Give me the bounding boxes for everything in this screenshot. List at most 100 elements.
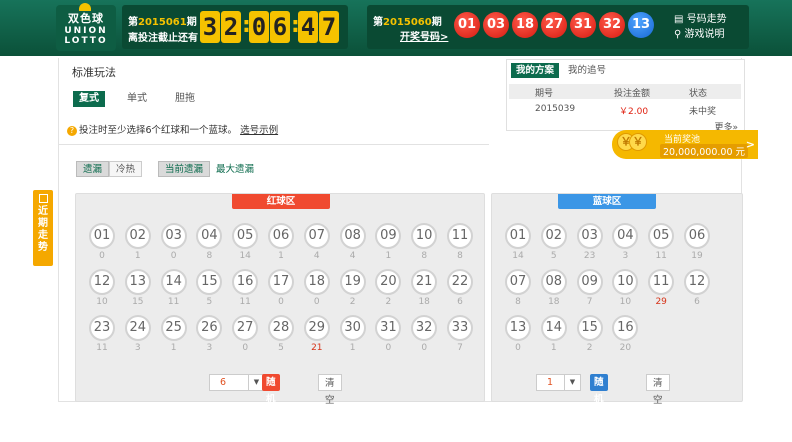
red-ball-number[interactable]: 29 <box>303 315 330 341</box>
random-red-button[interactable]: 随机红球 <box>262 374 280 439</box>
red-ball-22[interactable]: 22 6 <box>447 269 475 311</box>
red-ball-24[interactable]: 24 3 <box>124 315 153 357</box>
red-ball-31[interactable]: 31 0 <box>375 315 403 357</box>
red-ball-21[interactable]: 21 18 <box>411 269 439 311</box>
red-ball-10[interactable]: 10 8 <box>411 223 439 265</box>
table-row[interactable]: 2015039 ￥2.00 未中奖 <box>509 102 741 117</box>
red-ball-26[interactable]: 26 3 <box>196 315 224 357</box>
red-ball-17[interactable]: 17 0 <box>268 269 296 311</box>
red-ball-number[interactable]: 02 <box>124 223 151 249</box>
red-ball-number[interactable]: 21 <box>411 269 438 295</box>
red-ball-number[interactable]: 20 <box>375 269 402 295</box>
blue-ball-number[interactable]: 04 <box>612 223 639 249</box>
red-ball-16[interactable]: 16 11 <box>232 269 260 311</box>
red-ball-number[interactable]: 22 <box>447 269 473 295</box>
blue-ball-number[interactable]: 11 <box>648 269 675 295</box>
blue-ball-number[interactable]: 02 <box>540 223 567 249</box>
blue-ball-number[interactable]: 13 <box>505 315 531 341</box>
random-blue-button[interactable]: 随机蓝球 <box>590 374 608 439</box>
blue-ball-number[interactable]: 16 <box>612 315 639 341</box>
blue-ball-06[interactable]: 06 19 <box>684 223 712 265</box>
blue-count-select[interactable]: 1 ▼ <box>536 374 581 391</box>
blue-ball-number[interactable]: 03 <box>576 223 603 249</box>
red-ball-28[interactable]: 28 5 <box>268 315 296 357</box>
max-omit-toggle[interactable]: 最大遗漏 <box>216 164 254 175</box>
blue-ball-16[interactable]: 16 20 <box>612 315 640 357</box>
blue-ball-10[interactable]: 10 10 <box>612 269 640 311</box>
blue-ball-number[interactable]: 05 <box>648 223 675 249</box>
current-omit-toggle[interactable]: 当前遗漏 <box>158 161 211 177</box>
blue-ball-13[interactable]: 13 0 <box>505 315 533 357</box>
red-ball-number[interactable]: 08 <box>339 223 366 249</box>
red-ball-09[interactable]: 09 1 <box>375 223 403 265</box>
red-ball-06[interactable]: 06 1 <box>268 223 296 265</box>
clear-red-button[interactable]: 清空 <box>318 374 342 406</box>
red-ball-number[interactable]: 03 <box>160 223 187 249</box>
tab-my-plan[interactable]: 我的方案 <box>511 63 560 78</box>
red-ball-number[interactable]: 01 <box>89 223 115 249</box>
blue-ball-02[interactable]: 02 5 <box>540 223 569 265</box>
example-link[interactable]: 选号示例 <box>240 125 278 136</box>
red-ball-15[interactable]: 15 5 <box>196 269 224 311</box>
blue-ball-number[interactable]: 08 <box>540 269 567 295</box>
red-ball-07[interactable]: 07 4 <box>303 223 332 265</box>
blue-ball-05[interactable]: 05 11 <box>648 223 676 265</box>
red-ball-number[interactable]: 28 <box>268 315 294 341</box>
blue-ball-number[interactable]: 15 <box>576 315 603 341</box>
red-ball-02[interactable]: 02 1 <box>124 223 153 265</box>
red-ball-19[interactable]: 19 2 <box>339 269 368 311</box>
blue-ball-07[interactable]: 07 8 <box>505 269 533 311</box>
red-ball-number[interactable]: 32 <box>411 315 438 341</box>
red-ball-11[interactable]: 11 8 <box>447 223 475 265</box>
clear-blue-button[interactable]: 清空 <box>646 374 670 406</box>
hot-cold-toggle[interactable]: 冷热 <box>109 161 143 177</box>
blue-ball-12[interactable]: 12 6 <box>684 269 712 311</box>
red-ball-29[interactable]: 29 21 <box>303 315 332 357</box>
red-count-select[interactable]: 6 ▼ <box>209 374 265 391</box>
red-ball-number[interactable]: 10 <box>411 223 438 249</box>
red-ball-18[interactable]: 18 0 <box>303 269 332 311</box>
blue-ball-09[interactable]: 09 7 <box>576 269 605 311</box>
jackpot-badge[interactable]: ￥￥ 当前奖池 20,000,000.00 元 > <box>612 130 758 159</box>
red-ball-03[interactable]: 03 0 <box>160 223 189 265</box>
blue-ball-11[interactable]: 11 29 <box>648 269 676 311</box>
red-ball-number[interactable]: 27 <box>232 315 259 341</box>
red-ball-13[interactable]: 13 15 <box>124 269 153 311</box>
red-ball-number[interactable]: 23 <box>89 315 115 341</box>
blue-ball-03[interactable]: 03 23 <box>576 223 605 265</box>
red-ball-number[interactable]: 30 <box>339 315 366 341</box>
blue-ball-08[interactable]: 08 18 <box>540 269 569 311</box>
blue-ball-number[interactable]: 06 <box>684 223 710 249</box>
red-ball-number[interactable]: 11 <box>447 223 473 249</box>
blue-ball-15[interactable]: 15 2 <box>576 315 605 357</box>
red-ball-08[interactable]: 08 4 <box>339 223 368 265</box>
red-ball-number[interactable]: 05 <box>232 223 259 249</box>
draw-result-link[interactable]: 开奖号码> <box>400 28 448 43</box>
red-ball-23[interactable]: 23 11 <box>89 315 117 357</box>
tab-my-chase[interactable]: 我的追号 <box>563 63 611 78</box>
red-ball-30[interactable]: 30 1 <box>339 315 368 357</box>
blue-ball-04[interactable]: 04 3 <box>612 223 640 265</box>
red-ball-number[interactable]: 25 <box>160 315 187 341</box>
blue-ball-number[interactable]: 12 <box>684 269 710 295</box>
red-ball-33[interactable]: 33 7 <box>447 315 475 357</box>
red-ball-number[interactable]: 15 <box>196 269 223 295</box>
red-ball-number[interactable]: 13 <box>124 269 151 295</box>
red-ball-12[interactable]: 12 10 <box>89 269 117 311</box>
red-ball-number[interactable]: 17 <box>268 269 294 295</box>
red-ball-number[interactable]: 06 <box>268 223 294 249</box>
red-ball-number[interactable]: 07 <box>303 223 330 249</box>
red-ball-number[interactable]: 04 <box>196 223 223 249</box>
blue-ball-14[interactable]: 14 1 <box>540 315 569 357</box>
red-ball-20[interactable]: 20 2 <box>375 269 403 311</box>
red-ball-number[interactable]: 31 <box>375 315 402 341</box>
blue-ball-number[interactable]: 09 <box>576 269 603 295</box>
red-ball-01[interactable]: 01 0 <box>89 223 117 265</box>
red-ball-number[interactable]: 19 <box>339 269 366 295</box>
blue-ball-01[interactable]: 01 14 <box>505 223 533 265</box>
blue-ball-number[interactable]: 10 <box>612 269 639 295</box>
red-ball-05[interactable]: 05 14 <box>232 223 260 265</box>
red-ball-25[interactable]: 25 1 <box>160 315 189 357</box>
omit-toggle[interactable]: 遗漏 <box>76 161 110 177</box>
red-ball-number[interactable]: 18 <box>303 269 330 295</box>
